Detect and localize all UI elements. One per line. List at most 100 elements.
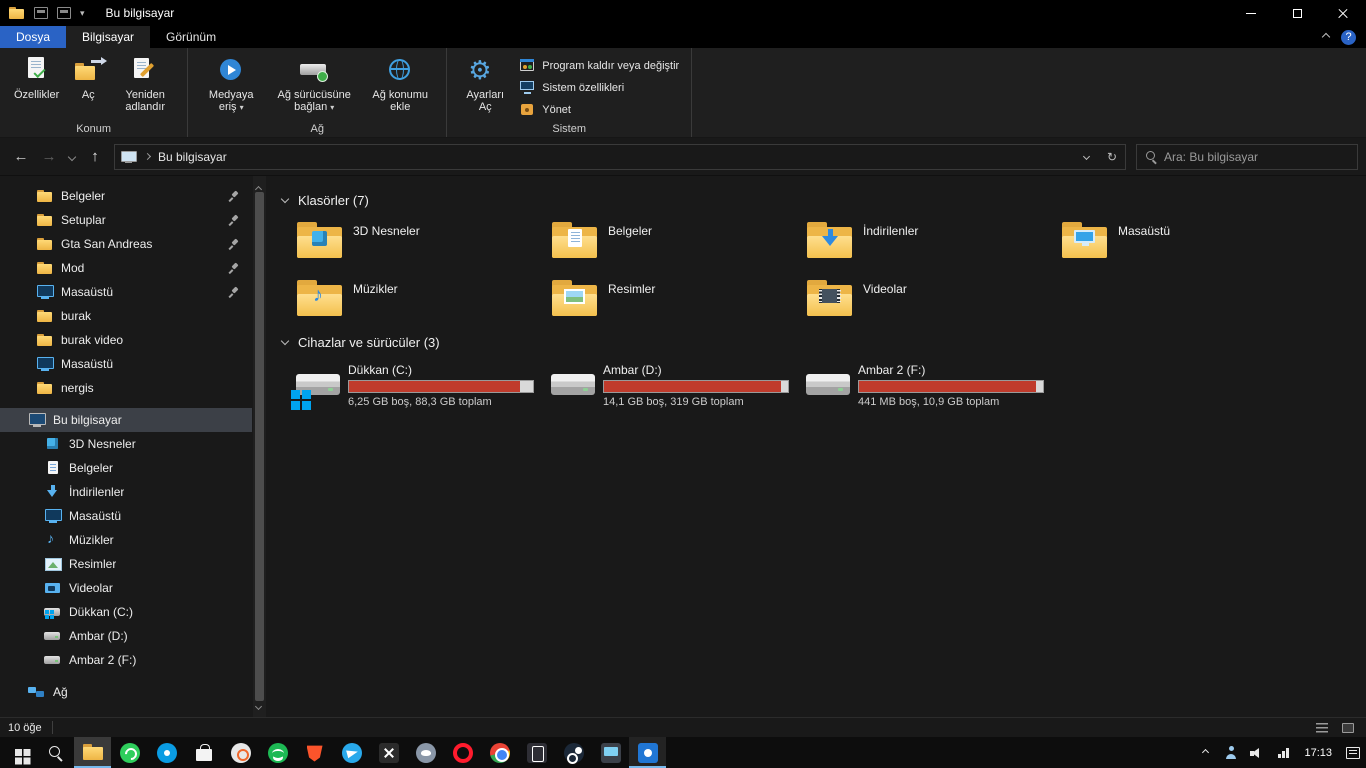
- sidebar-item-burak[interactable]: burak: [0, 304, 252, 328]
- large-icons-view-button[interactable]: [1338, 720, 1358, 736]
- hidden-icons-button[interactable]: [1192, 737, 1218, 768]
- folder-tile-music[interactable]: ♪ Müzikler: [296, 276, 536, 320]
- sidebar-item-pictures[interactable]: Resimler: [0, 552, 252, 576]
- taskbar-app-x[interactable]: [370, 737, 407, 768]
- folder-icon: [36, 260, 53, 276]
- taskbar-app-chrome[interactable]: [481, 737, 518, 768]
- sidebar-item-desktop[interactable]: Masaüstü: [0, 504, 252, 528]
- recent-locations-caret-icon[interactable]: [64, 144, 80, 170]
- tab-file[interactable]: Dosya: [0, 26, 67, 48]
- quick-access-toolbar-button-2[interactable]: [57, 7, 71, 19]
- sidebar-item-this-pc[interactable]: Bu bilgisayar: [0, 408, 252, 432]
- taskbar-app-skype[interactable]: [148, 737, 185, 768]
- maximize-button[interactable]: [1274, 0, 1320, 26]
- videos-icon: [44, 580, 61, 596]
- map-network-drive-button[interactable]: Ağ sürücüsüne bağlan ▾: [267, 51, 361, 117]
- folder-tile-documents[interactable]: Belgeler: [551, 218, 791, 262]
- minimize-button[interactable]: [1228, 0, 1274, 26]
- drive-tile-f[interactable]: Ambar 2 (F:) 441 MB boş, 10,9 GB toplam: [806, 360, 1052, 410]
- group-label-ag: Ağ: [310, 123, 324, 135]
- sidebar-item-drive-d[interactable]: Ambar (D:): [0, 624, 252, 648]
- drive-tile-d[interactable]: Ambar (D:) 14,1 GB boş, 319 GB toplam: [551, 360, 797, 410]
- folders-grid: 3D Nesneler Belgeler İndirilenler Masaüs…: [296, 218, 1366, 320]
- search-box[interactable]: [1136, 143, 1358, 170]
- address-bar[interactable]: Bu bilgisayar ↻: [114, 143, 1126, 170]
- folder-tile-videos[interactable]: Videolar: [806, 276, 1046, 320]
- sidebar-item-belgeler-pinned[interactable]: Belgeler: [0, 184, 252, 208]
- sidebar-item-setuplar[interactable]: Setuplar: [0, 208, 252, 232]
- sidebar-item-videos[interactable]: Videolar: [0, 576, 252, 600]
- folder-tile-pictures[interactable]: Resimler: [551, 276, 791, 320]
- taskbar-app-whatsapp[interactable]: [111, 737, 148, 768]
- sidebar-item-drive-f[interactable]: Ambar 2 (F:): [0, 648, 252, 672]
- sidebar-item-masaustu-pinned[interactable]: Masaüstü: [0, 280, 252, 304]
- rename-button[interactable]: Yeniden adlandır: [112, 51, 178, 116]
- close-button[interactable]: [1320, 0, 1366, 26]
- taskbar-app-opera[interactable]: [444, 737, 481, 768]
- address-dropdown-icon[interactable]: [1073, 145, 1099, 169]
- taskbar-app-file-explorer[interactable]: [74, 737, 111, 768]
- folder-downloads-icon: [806, 220, 854, 260]
- taskbar-app-steam[interactable]: [555, 737, 592, 768]
- taskbar-app-origin[interactable]: [222, 737, 259, 768]
- folder-tile-desktop[interactable]: Masaüstü: [1061, 218, 1301, 262]
- system-properties-button[interactable]: Sistem özellikleri: [515, 78, 683, 97]
- taskbar-app-epic-games[interactable]: [518, 737, 555, 768]
- sidebar-item-burak-video[interactable]: burak video: [0, 328, 252, 352]
- breadcrumb[interactable]: Bu bilgisayar: [158, 150, 227, 164]
- open-button[interactable]: Aç: [66, 51, 110, 104]
- sidebar-item-masaustu-2[interactable]: Masaüstü: [0, 352, 252, 376]
- taskbar-search-button[interactable]: [37, 737, 74, 768]
- taskbar-app-microsoft-store[interactable]: [185, 737, 222, 768]
- scrollbar-thumb[interactable]: [255, 192, 264, 701]
- tab-computer[interactable]: Bilgisayar: [66, 26, 151, 48]
- taskbar-app-brave[interactable]: [296, 737, 333, 768]
- tab-view[interactable]: Görünüm: [150, 26, 232, 48]
- properties-button[interactable]: Özellikler: [9, 51, 64, 104]
- sidebar-item-mod[interactable]: Mod: [0, 256, 252, 280]
- search-input[interactable]: [1164, 149, 1349, 164]
- add-network-location-button[interactable]: Ağ konumu ekle: [363, 51, 437, 116]
- scroll-down-icon[interactable]: [254, 698, 263, 712]
- folders-section-header[interactable]: Klasörler (7): [280, 188, 1366, 212]
- forward-button[interactable]: →: [36, 144, 62, 170]
- quick-access-toolbar-button-1[interactable]: [34, 7, 48, 19]
- sidebar-scrollbar[interactable]: [253, 176, 266, 717]
- network-signal-icon[interactable]: [1270, 737, 1296, 768]
- taskbar-app-media[interactable]: [592, 737, 629, 768]
- drive-tile-c[interactable]: Dükkan (C:) 6,25 GB boş, 88,3 GB toplam: [291, 360, 542, 410]
- sidebar-item-downloads[interactable]: İndirilenler: [0, 480, 252, 504]
- taskbar-app-discord[interactable]: [407, 737, 444, 768]
- sidebar-item-nergis[interactable]: nergis: [0, 376, 252, 400]
- sidebar-item-network[interactable]: Ağ: [0, 680, 252, 704]
- quick-access-toolbar-caret-icon[interactable]: ▾: [80, 8, 85, 18]
- uninstall-program-button[interactable]: Program kaldır veya değiştir: [515, 56, 683, 75]
- taskbar-app-spotify[interactable]: [259, 737, 296, 768]
- manage-button[interactable]: Yönet: [515, 100, 683, 119]
- sidebar-item-drive-c[interactable]: Dükkan (C:): [0, 600, 252, 624]
- sidebar-item-music[interactable]: ♪ Müzikler: [0, 528, 252, 552]
- taskbar-app-telegram[interactable]: [333, 737, 370, 768]
- taskbar-app-photos[interactable]: [629, 737, 666, 768]
- access-media-button[interactable]: Medyaya eriş ▾: [197, 51, 265, 117]
- back-button[interactable]: ←: [8, 144, 34, 170]
- sidebar-item-gta-san-andreas[interactable]: Gta San Andreas: [0, 232, 252, 256]
- collapse-section-icon[interactable]: [280, 194, 290, 203]
- up-button[interactable]: ↑: [82, 144, 108, 170]
- open-settings-button[interactable]: ⚙ Ayarları Aç: [456, 51, 514, 116]
- sidebar-item-3d-objects[interactable]: 3D Nesneler: [0, 432, 252, 456]
- details-view-button[interactable]: [1312, 720, 1332, 736]
- volume-icon[interactable]: [1244, 737, 1270, 768]
- collapse-section-icon[interactable]: [280, 336, 290, 345]
- folder-tile-3d-objects[interactable]: 3D Nesneler: [296, 218, 536, 262]
- taskbar-clock[interactable]: 17:13: [1296, 747, 1340, 759]
- sidebar-item-documents[interactable]: Belgeler: [0, 456, 252, 480]
- start-button[interactable]: [0, 737, 37, 768]
- drives-section-header[interactable]: Cihazlar ve sürücüler (3): [280, 330, 1366, 354]
- tray-user-icon[interactable]: [1218, 737, 1244, 768]
- action-center-icon[interactable]: [1340, 737, 1366, 768]
- help-icon[interactable]: ?: [1341, 29, 1356, 45]
- refresh-button[interactable]: ↻: [1099, 145, 1125, 169]
- folder-tile-downloads[interactable]: İndirilenler: [806, 218, 1046, 262]
- collapse-ribbon-icon[interactable]: [1321, 32, 1331, 42]
